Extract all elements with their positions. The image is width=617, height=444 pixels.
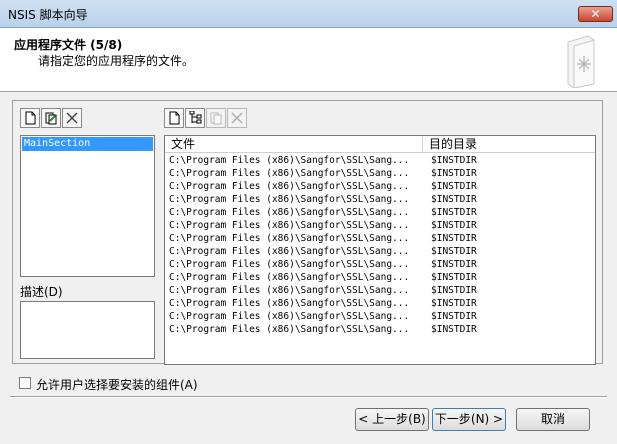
file-destination: $INSTDIR <box>431 311 477 322</box>
table-row[interactable]: C:\Program Files (x86)\Sangfor\SSL\Sang.… <box>165 180 595 193</box>
edit-page-icon <box>210 112 222 125</box>
file-destination: $INSTDIR <box>431 246 477 257</box>
wizard-body: MainSection 描述(D) 文件 目的目录 C:\Program Fil… <box>0 92 617 444</box>
table-row[interactable]: C:\Program Files (x86)\Sangfor\SSL\Sang.… <box>165 193 595 206</box>
file-destination: $INSTDIR <box>431 298 477 309</box>
file-path: C:\Program Files (x86)\Sangfor\SSL\Sang.… <box>169 259 410 270</box>
delete-icon <box>231 112 243 124</box>
page-title: 应用程序文件 (5/8) <box>14 38 123 52</box>
table-row[interactable]: C:\Program Files (x86)\Sangfor\SSL\Sang.… <box>165 154 595 167</box>
file-destination: $INSTDIR <box>431 272 477 283</box>
column-header-destination[interactable]: 目的目录 <box>423 136 595 152</box>
allow-select-components-label: 允许用户选择要安装的组件(A) <box>36 378 198 392</box>
file-destination: $INSTDIR <box>431 207 477 218</box>
table-row[interactable]: C:\Program Files (x86)\Sangfor\SSL\Sang.… <box>165 245 595 258</box>
close-icon: ✕ <box>590 7 601 21</box>
table-row[interactable]: C:\Program Files (x86)\Sangfor\SSL\Sang.… <box>165 167 595 180</box>
title-bar: NSIS 脚本向导 ✕ <box>0 0 617 28</box>
table-row[interactable]: C:\Program Files (x86)\Sangfor\SSL\Sang.… <box>165 206 595 219</box>
wizard-header: 应用程序文件 (5/8) 请指定您的应用程序的文件。 <box>0 28 617 92</box>
table-row[interactable]: C:\Program Files (x86)\Sangfor\SSL\Sang.… <box>165 323 595 336</box>
file-path: C:\Program Files (x86)\Sangfor\SSL\Sang.… <box>169 207 410 218</box>
table-row[interactable]: C:\Program Files (x86)\Sangfor\SSL\Sang.… <box>165 297 595 310</box>
file-path: C:\Program Files (x86)\Sangfor\SSL\Sang.… <box>169 233 410 244</box>
edit-page-icon <box>45 112 57 125</box>
column-header-file[interactable]: 文件 <box>165 136 423 152</box>
table-row[interactable]: C:\Program Files (x86)\Sangfor\SSL\Sang.… <box>165 219 595 232</box>
add-file-button[interactable] <box>164 108 184 128</box>
file-path: C:\Program Files (x86)\Sangfor\SSL\Sang.… <box>169 194 410 205</box>
allow-select-components-checkbox[interactable] <box>19 377 31 389</box>
files-panel: MainSection 描述(D) 文件 目的目录 C:\Program Fil… <box>12 100 603 365</box>
file-destination: $INSTDIR <box>431 259 477 270</box>
file-destination: $INSTDIR <box>431 285 477 296</box>
table-row[interactable]: C:\Program Files (x86)\Sangfor\SSL\Sang.… <box>165 258 595 271</box>
file-path: C:\Program Files (x86)\Sangfor\SSL\Sang.… <box>169 285 410 296</box>
button-separator <box>10 396 607 398</box>
folder-tree-icon <box>189 111 202 124</box>
file-path: C:\Program Files (x86)\Sangfor\SSL\Sang.… <box>169 246 410 257</box>
next-button[interactable]: 下一步(N) > <box>432 408 506 431</box>
files-header: 文件 目的目录 <box>165 136 595 153</box>
table-row[interactable]: C:\Program Files (x86)\Sangfor\SSL\Sang.… <box>165 232 595 245</box>
delete-section-button[interactable] <box>62 108 82 128</box>
cancel-button[interactable]: 取消 <box>516 408 590 431</box>
file-destination: $INSTDIR <box>431 233 477 244</box>
file-path: C:\Program Files (x86)\Sangfor\SSL\Sang.… <box>169 155 410 166</box>
add-directory-button[interactable] <box>185 108 205 128</box>
table-row[interactable]: C:\Program Files (x86)\Sangfor\SSL\Sang.… <box>165 271 595 284</box>
file-destination: $INSTDIR <box>431 220 477 231</box>
add-section-button[interactable] <box>20 108 40 128</box>
edit-section-button[interactable] <box>41 108 61 128</box>
file-destination: $INSTDIR <box>431 155 477 166</box>
new-file-icon <box>169 111 180 125</box>
close-button[interactable]: ✕ <box>578 6 613 22</box>
section-item[interactable]: MainSection <box>22 137 153 151</box>
edit-file-button[interactable] <box>206 108 226 128</box>
file-destination: $INSTDIR <box>431 168 477 179</box>
delete-file-button[interactable] <box>227 108 247 128</box>
new-page-icon <box>25 111 36 125</box>
file-path: C:\Program Files (x86)\Sangfor\SSL\Sang.… <box>169 220 410 231</box>
description-box <box>20 301 155 359</box>
file-path: C:\Program Files (x86)\Sangfor\SSL\Sang.… <box>169 168 410 179</box>
file-path: C:\Program Files (x86)\Sangfor\SSL\Sang.… <box>169 324 410 335</box>
table-row[interactable]: C:\Program Files (x86)\Sangfor\SSL\Sang.… <box>165 310 595 323</box>
file-path: C:\Program Files (x86)\Sangfor\SSL\Sang.… <box>169 272 410 283</box>
page-subtitle: 请指定您的应用程序的文件。 <box>38 54 195 68</box>
book-icon <box>567 35 595 88</box>
description-label: 描述(D) <box>20 285 63 299</box>
file-path: C:\Program Files (x86)\Sangfor\SSL\Sang.… <box>169 311 410 322</box>
files-list[interactable]: 文件 目的目录 C:\Program Files (x86)\Sangfor\S… <box>164 135 596 365</box>
file-path: C:\Program Files (x86)\Sangfor\SSL\Sang.… <box>169 298 410 309</box>
file-destination: $INSTDIR <box>431 194 477 205</box>
table-row[interactable]: C:\Program Files (x86)\Sangfor\SSL\Sang.… <box>165 284 595 297</box>
window-title: NSIS 脚本向导 <box>8 8 88 22</box>
file-path: C:\Program Files (x86)\Sangfor\SSL\Sang.… <box>169 181 410 192</box>
file-rows: C:\Program Files (x86)\Sangfor\SSL\Sang.… <box>165 154 595 336</box>
sections-list[interactable]: MainSection <box>20 135 155 277</box>
delete-icon <box>66 112 78 124</box>
file-destination: $INSTDIR <box>431 181 477 192</box>
file-destination: $INSTDIR <box>431 324 477 335</box>
back-button[interactable]: < 上一步(B) <box>355 408 429 431</box>
